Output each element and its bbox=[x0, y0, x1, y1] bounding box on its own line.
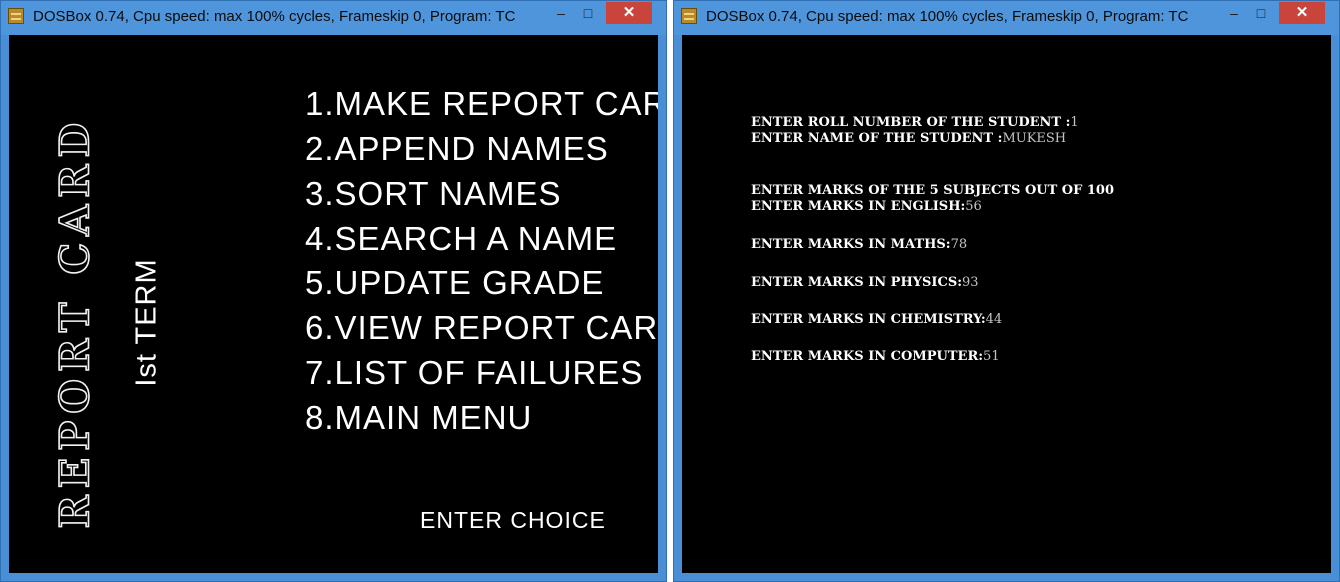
minimize-icon[interactable]: – bbox=[1222, 2, 1246, 24]
roll-number-prompt: ENTER ROLL NUMBER OF THE STUDENT :1 bbox=[751, 115, 1079, 130]
computer-marks-prompt: ENTER MARKS IN COMPUTER:51 bbox=[751, 349, 1000, 364]
student-name-value: MUKESH bbox=[1002, 131, 1067, 146]
prompt-label: ENTER MARKS IN ENGLISH: bbox=[751, 199, 966, 214]
enter-choice-prompt: ENTER CHOICE bbox=[420, 507, 606, 533]
dosbox-app-icon[interactable] bbox=[681, 8, 697, 24]
menu-item-make-report-card: 1.MAKE REPORT CARD bbox=[305, 85, 658, 122]
dos-screen[interactable]: ENTER ROLL NUMBER OF THE STUDENT :1 ENTE… bbox=[682, 35, 1331, 573]
close-icon[interactable]: ✕ bbox=[606, 2, 652, 24]
physics-marks-value: 93 bbox=[962, 275, 979, 290]
close-icon[interactable]: ✕ bbox=[1279, 2, 1325, 24]
menu-item-list-of-failures: 7.LIST OF FAILURES bbox=[305, 354, 644, 391]
dosbox-window-right: DOSBox 0.74, Cpu speed: max 100% cycles,… bbox=[673, 0, 1340, 582]
chemistry-marks-value: 44 bbox=[985, 312, 1003, 327]
physics-marks-prompt: ENTER MARKS IN PHYSICS:93 bbox=[751, 275, 979, 290]
menu-item-main-menu: 8.MAIN MENU bbox=[305, 399, 533, 436]
window-title: DOSBox 0.74, Cpu speed: max 100% cycles,… bbox=[33, 8, 516, 25]
prompt-label: ENTER MARKS IN MATHS: bbox=[751, 237, 951, 252]
english-marks-prompt: ENTER MARKS IN ENGLISH:56 bbox=[751, 199, 982, 214]
dos-screen[interactable]: REPORT CARD Ist TERM 1.MAKE REPORT CARD … bbox=[9, 35, 658, 573]
menu-item-view-report-card: 6.VIEW REPORT CARD bbox=[305, 309, 658, 346]
maths-marks-prompt: ENTER MARKS IN MATHS:78 bbox=[751, 237, 967, 252]
marks-instruction: ENTER MARKS OF THE 5 SUBJECTS OUT OF 100 bbox=[751, 183, 1114, 198]
prompt-label: ENTER MARKS IN CHEMISTRY: bbox=[751, 312, 986, 327]
term-subtitle: Ist TERM bbox=[130, 258, 163, 387]
window-title: DOSBox 0.74, Cpu speed: max 100% cycles,… bbox=[706, 8, 1189, 25]
menu-item-update-grade: 5.UPDATE GRADE bbox=[305, 264, 605, 301]
maximize-icon[interactable]: □ bbox=[576, 2, 600, 24]
report-card-title: REPORT CARD bbox=[51, 115, 100, 529]
prompt-label: ENTER MARKS IN PHYSICS: bbox=[751, 275, 963, 290]
maths-marks-value: 78 bbox=[950, 237, 968, 252]
menu-item-search-a-name: 4.SEARCH A NAME bbox=[305, 220, 618, 257]
dosbox-window-left: DOSBox 0.74, Cpu speed: max 100% cycles,… bbox=[0, 0, 667, 582]
prompt-label: ENTER MARKS OF THE 5 SUBJECTS OUT OF 100 bbox=[751, 183, 1115, 198]
chemistry-marks-prompt: ENTER MARKS IN CHEMISTRY:44 bbox=[751, 312, 1002, 327]
student-name-prompt: ENTER NAME OF THE STUDENT :MUKESH bbox=[751, 131, 1066, 146]
roll-number-value: 1 bbox=[1070, 115, 1079, 130]
computer-marks-value: 51 bbox=[983, 349, 1000, 364]
title-bar[interactable]: DOSBox 0.74, Cpu speed: max 100% cycles,… bbox=[1, 1, 666, 35]
dosbox-app-icon[interactable] bbox=[8, 8, 24, 24]
minimize-icon[interactable]: – bbox=[549, 2, 573, 24]
menu-item-append-names: 2.APPEND NAMES bbox=[305, 130, 609, 167]
prompt-label: ENTER NAME OF THE STUDENT : bbox=[751, 131, 1003, 146]
english-marks-value: 56 bbox=[965, 199, 982, 214]
menu-item-sort-names: 3.SORT NAMES bbox=[305, 175, 562, 212]
prompt-label: ENTER MARKS IN COMPUTER: bbox=[751, 349, 984, 364]
prompt-label: ENTER ROLL NUMBER OF THE STUDENT : bbox=[751, 115, 1071, 130]
title-bar[interactable]: DOSBox 0.74, Cpu speed: max 100% cycles,… bbox=[674, 1, 1339, 35]
maximize-icon[interactable]: □ bbox=[1249, 2, 1273, 24]
